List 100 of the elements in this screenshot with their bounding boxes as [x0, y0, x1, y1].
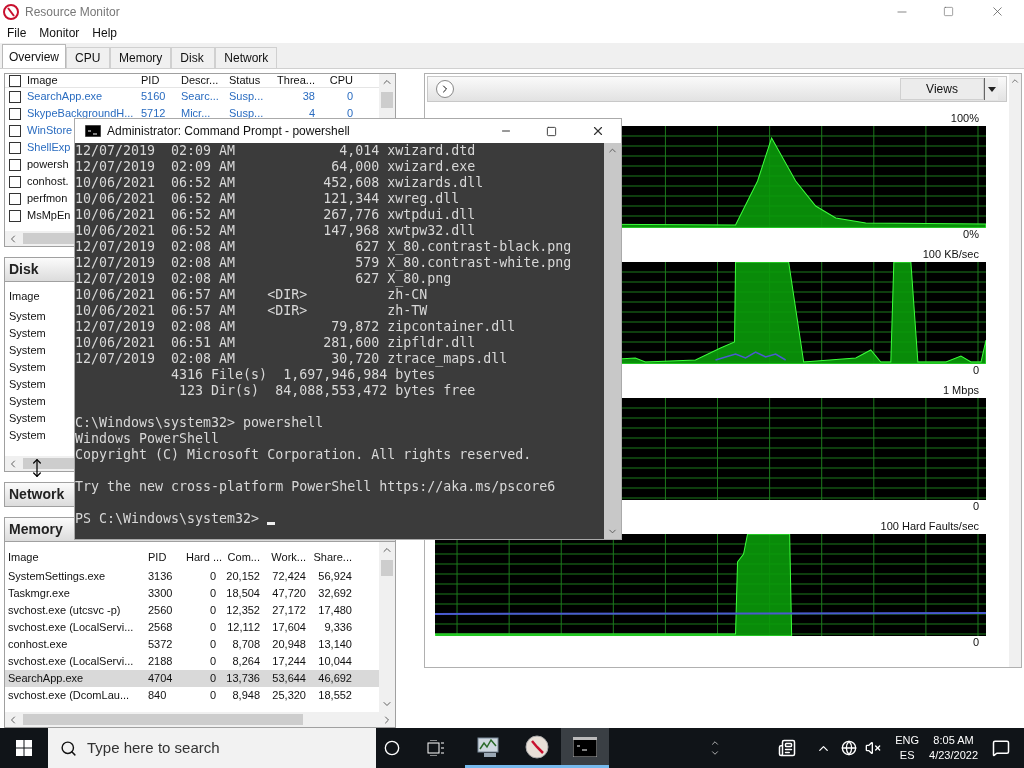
console-line: Copyright (C) Microsoft Corporation. All rights reserved.: [75, 447, 532, 463]
table-cell-text: 38: [301, 89, 315, 105]
column-header[interactable]: Work...: [263, 548, 309, 566]
menu-item[interactable]: Monitor: [39, 24, 80, 42]
table-cell-text: 840: [147, 688, 168, 704]
menu-item[interactable]: File: [7, 24, 27, 42]
table-cell-text: 53,644: [271, 671, 307, 687]
table-row[interactable]: svchost.exe (DcomLau... 840 0 8,948 25,320 18,552: [5, 687, 379, 704]
checkbox[interactable]: [9, 175, 21, 188]
tab[interactable]: Disk: [171, 47, 216, 68]
console-title: Administrator: Command Prompt - powershell: [107, 123, 350, 140]
table-row[interactable]: svchost.exe (LocalServi... 2568 0 12,112 17,604 9,336: [5, 619, 379, 636]
table-cell-text: 2560: [147, 603, 174, 619]
table-row[interactable]: Taskmgr.exe 3300 0 18,504 47,720 32,692: [5, 585, 379, 602]
table-cell-text: 47,720: [271, 586, 307, 602]
select-all-checkbox[interactable]: [9, 74, 21, 87]
vertical-scrollbar[interactable]: [379, 542, 395, 712]
table-cell-text: 5712: [141, 106, 167, 122]
table-cell-text: System: [9, 309, 46, 324]
table-cell-text: 8,948: [231, 688, 261, 704]
horizontal-scrollbar[interactable]: [5, 712, 395, 727]
checkbox[interactable]: [9, 90, 21, 103]
table-row[interactable]: svchost.exe (utcsvc -p) 2560 0 12,352 27,172 17,480: [5, 602, 379, 619]
search-field[interactable]: Type here to search: [48, 728, 376, 768]
expand-button[interactable]: [436, 80, 454, 98]
checkbox[interactable]: [9, 192, 21, 205]
checkbox[interactable]: [9, 107, 21, 120]
table-cell-text: 5160: [141, 89, 167, 105]
table-cell-text: 20,948: [271, 637, 307, 653]
clock[interactable]: 8:05 AM 4/23/2022: [929, 733, 978, 763]
column-header[interactable]: Hard ...: [183, 548, 219, 566]
scroll-thumb[interactable]: [381, 560, 393, 576]
close-icon[interactable]: [591, 124, 605, 138]
table-cell-text: svchost.exe (utcsvc -p): [7, 603, 122, 619]
checkbox[interactable]: [9, 124, 21, 137]
scroll-up-icon[interactable]: [1010, 76, 1020, 86]
column-header[interactable]: PID: [141, 72, 177, 89]
scroll-thumb[interactable]: [381, 92, 393, 108]
table-cell-text: 8,264: [231, 654, 261, 670]
table-cell-text: 72,424: [271, 569, 307, 585]
news-icon[interactable]: [778, 739, 797, 757]
column-header[interactable]: CPU: [319, 72, 353, 89]
column-header[interactable]: Image: [9, 288, 40, 308]
console-line: C:\Windows\system32> powershell: [75, 415, 324, 431]
checkbox[interactable]: [9, 158, 21, 171]
table-cell-text: 0: [208, 671, 217, 687]
table-cell-text: 20,152: [225, 569, 261, 585]
cortana-icon[interactable]: [384, 740, 400, 756]
table-cell-text: 9,336: [323, 620, 353, 636]
column-header[interactable]: Share...: [309, 548, 355, 566]
table-cell-text: 32,692: [317, 586, 353, 602]
console-line: 12/07/2019 02:08 AM 627 X_80.png: [75, 271, 452, 287]
menu-item[interactable]: Help: [92, 24, 118, 42]
table-cell-text: svchost.exe (LocalServi...: [7, 620, 135, 636]
tab[interactable]: Memory: [110, 47, 172, 68]
column-header[interactable]: Status: [229, 72, 271, 89]
table-row[interactable]: svchost.exe (LocalServi... 2188 0 8,264 17,244 10,044: [5, 653, 379, 670]
table-cell-text: System: [9, 411, 46, 426]
taskbar-app[interactable]: [561, 728, 609, 768]
scroll-thumb[interactable]: [23, 714, 303, 725]
notifications-icon[interactable]: [992, 739, 1010, 757]
checkbox[interactable]: [9, 209, 21, 222]
console-line: 123 Dir(s) 84,088,553,472 bytes free: [178, 383, 476, 399]
views-dropdown[interactable]: [984, 78, 998, 100]
column-header[interactable]: Descr...: [181, 72, 225, 89]
table-cell-text: 8,708: [231, 637, 261, 653]
console-line: 10/06/2021 06:57 AM <DIR> zh-TW: [75, 303, 428, 319]
console-line: 12/07/2019 02:09 AM 4,014 xwizard.dtd: [75, 143, 476, 159]
windows-logo-icon: [16, 740, 32, 756]
table-cell-text: perfmon: [27, 191, 68, 207]
tab[interactable]: CPU: [66, 47, 110, 68]
volume-muted-icon[interactable]: [865, 740, 882, 756]
table-cell-text: SkypeBackgroundH...: [27, 106, 134, 122]
console-line: 10/06/2021 06:52 AM 147,968 xwtpw32.dll: [75, 223, 476, 239]
task-view-icon[interactable]: [427, 740, 445, 756]
column-header[interactable]: Image: [5, 548, 145, 566]
table-cell-text: 4: [307, 106, 315, 122]
table-cell-text: 0: [208, 637, 217, 653]
column-header[interactable]: PID: [145, 548, 183, 566]
checkbox[interactable]: [9, 141, 21, 154]
maximize-icon[interactable]: [546, 125, 557, 137]
table-cell-text: 4704: [147, 671, 174, 687]
table-cell-text: Susp...: [229, 89, 265, 105]
console-line: 12/07/2019 02:08 AM 30,720 ztrace_maps.dll: [75, 351, 508, 367]
tab[interactable]: Network: [215, 47, 278, 68]
column-header[interactable]: Threa...: [275, 72, 315, 89]
table-row[interactable]: SystemSettings.exe 3136 0 20,152 72,424 56,924: [5, 568, 379, 585]
language-indicator[interactable]: ENG ES: [895, 733, 920, 763]
console-line: 12/07/2019 02:08 AM 627 X_80.contrast-black.png: [75, 239, 572, 255]
console-line: 10/06/2021 06:57 AM <DIR> zh-CN: [75, 287, 428, 303]
column-header[interactable]: Image: [27, 72, 58, 89]
table-row[interactable]: SearchApp.exe 4704 0 13,736 53,644 46,692: [5, 670, 379, 687]
tab[interactable]: Overview: [2, 44, 66, 68]
network-icon[interactable]: [841, 740, 858, 756]
scale-max-label: 100%: [950, 110, 979, 126]
table-cell-text: 25,320: [271, 688, 307, 704]
views-button[interactable]: Views: [900, 78, 984, 100]
console-line: 12/07/2019 02:09 AM 64,000 xwizard.exe: [75, 159, 476, 175]
table-cell-text: System: [9, 377, 46, 392]
table-row[interactable]: conhost.exe 5372 0 8,708 20,948 13,140: [5, 636, 379, 653]
